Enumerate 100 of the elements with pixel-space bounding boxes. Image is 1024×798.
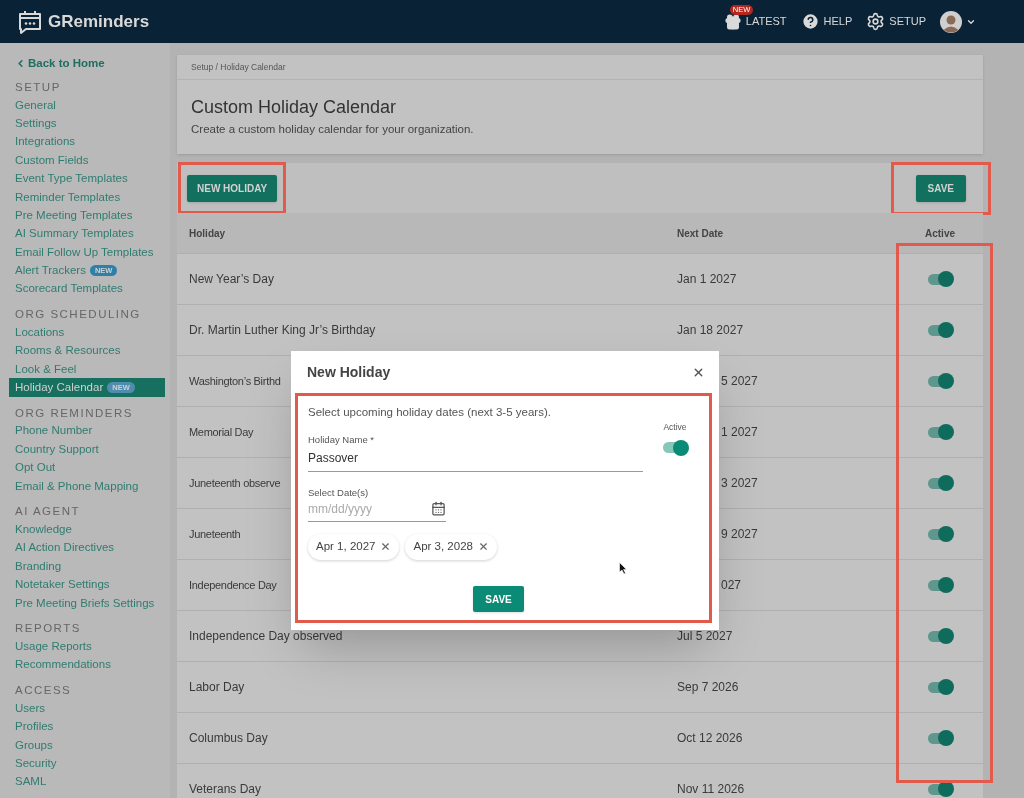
column-header: Active — [924, 226, 956, 241]
field-label: Select Date(s) — [308, 485, 370, 500]
sidebar-item[interactable]: Email & Phone Mapping — [9, 477, 165, 496]
avatar-icon — [940, 10, 962, 33]
date-input[interactable]: mm/dd/yyyy — [308, 499, 408, 518]
sidebar-item[interactable]: SAML — [9, 772, 165, 792]
item-label: Country Support — [15, 441, 99, 457]
section-heading: REPORTS — [14, 621, 82, 637]
back-link[interactable]: Back to Home — [9, 55, 165, 71]
sidebar-item[interactable]: Users — [9, 699, 165, 718]
sidebar-item[interactable]: Settings — [9, 114, 165, 133]
next-date: 9 2027 — [721, 527, 758, 542]
sidebar-item[interactable]: Event Type Templates — [9, 169, 165, 188]
field-value: Passover — [308, 449, 360, 467]
next-date: Jan 1 2027 — [677, 272, 737, 287]
holiday-name: Independence Day — [189, 579, 277, 592]
holiday-name: Washington’s Birthd — [189, 375, 281, 388]
next-date: 027 — [721, 578, 742, 593]
sidebar-item[interactable]: Phone Number — [9, 421, 165, 441]
holiday-name: Columbus Day — [189, 731, 268, 746]
brand-name: GReminders — [48, 10, 150, 33]
toggle-switch[interactable] — [926, 525, 954, 544]
toggle-switch[interactable] — [926, 321, 954, 340]
item-label: Recommendations — [15, 657, 111, 673]
item-label: Email & Phone Mapping — [15, 478, 139, 494]
toggle-switch[interactable] — [926, 780, 954, 798]
sidebar-item[interactable]: Notetaker Settings — [9, 575, 165, 594]
sidebar-item[interactable]: Country Support — [9, 440, 165, 459]
sidebar-item[interactable]: AI Summary Templates — [9, 224, 165, 244]
section-heading: AI AGENT — [14, 504, 82, 520]
toggle-switch[interactable] — [926, 372, 954, 391]
sidebar-item[interactable]: Profiles — [9, 717, 165, 736]
calendar-icon — [431, 501, 446, 517]
toggle-switch[interactable] — [661, 438, 689, 457]
next-date: 5 2027 — [721, 374, 758, 389]
toggle-switch[interactable] — [926, 729, 954, 748]
remove-icon[interactable] — [380, 541, 392, 553]
sidebar-item[interactable]: Pre Meeting Briefs Settings — [9, 594, 165, 613]
item-label: Notetaker Settings — [15, 577, 110, 593]
sidebar-item[interactable]: Email Follow Up Templates — [9, 243, 165, 262]
sidebar-item[interactable]: Recommendations — [9, 655, 165, 675]
item-label: Settings — [15, 115, 57, 131]
item-label: Scorecard Templates — [15, 281, 123, 297]
column-header: Next Date — [677, 226, 725, 241]
sidebar-item[interactable]: Integrations — [9, 132, 165, 152]
sidebar-item[interactable]: Scorecard Templates — [9, 279, 165, 299]
item-label: Email Follow Up Templates — [15, 244, 154, 260]
sidebar-item[interactable]: Custom Fields — [9, 151, 165, 170]
sidebar-item[interactable]: Locations — [9, 323, 165, 342]
toggle-switch[interactable] — [926, 678, 954, 697]
toggle-switch[interactable] — [926, 627, 954, 646]
section-heading: ACCESS — [14, 683, 73, 699]
section-heading: ORG REMINDERS — [14, 405, 134, 421]
toggle-switch[interactable] — [926, 474, 954, 493]
toggle-switch[interactable] — [926, 576, 954, 595]
dialog-hint: Select upcoming holiday dates (next 3-5 years). — [308, 405, 552, 420]
logo-icon — [18, 8, 42, 35]
toggle-switch[interactable] — [926, 270, 954, 289]
remove-icon[interactable] — [477, 541, 489, 553]
sidebar-item[interactable]: General — [9, 96, 165, 115]
sidebar-item[interactable]: Pre Meeting Templates — [9, 206, 165, 225]
field-label: Holiday Name * — [308, 433, 375, 448]
page-subtitle: Create a custom holiday calendar for your organization. — [191, 122, 475, 137]
page-title: Custom Holiday Calendar — [191, 96, 398, 118]
new-holiday-button[interactable]: NEW HOLIDAY — [187, 174, 278, 202]
item-label: Security — [15, 755, 57, 771]
sidebar-item[interactable]: Knowledge — [9, 520, 165, 539]
nav-link[interactable]: SETUP — [866, 4, 926, 31]
item-label: AI Summary Templates — [15, 226, 134, 242]
sidebar-item[interactable]: Reminder Templates — [9, 187, 165, 207]
sidebar-item[interactable]: Branding — [9, 557, 165, 576]
sidebar-item[interactable]: Opt Out — [9, 458, 165, 478]
column-header: Holiday — [188, 226, 227, 241]
toggle-switch[interactable] — [926, 423, 954, 442]
next-date: Nov 11 2026 — [677, 782, 745, 797]
sidebar-item[interactable]: Groups — [9, 735, 165, 755]
item-label: Knowledge — [15, 522, 72, 537]
sidebar-item[interactable]: Security — [9, 754, 165, 773]
date-field[interactable]: Select Date(s) mm/dd/yyyy — [308, 485, 446, 522]
nav-link[interactable]: HELP — [800, 4, 853, 31]
save-button[interactable]: SAVE — [915, 174, 966, 202]
item-label: Locations — [15, 324, 65, 340]
help-icon — [800, 12, 820, 31]
sidebar-item[interactable]: Usage Reports — [9, 637, 165, 656]
holiday-name: Independence Day observed — [189, 629, 343, 644]
sidebar-item[interactable]: Rooms & Resources — [9, 341, 165, 361]
holiday-name-field[interactable]: Holiday Name * Passover — [308, 433, 643, 472]
account-menu[interactable] — [940, 10, 976, 33]
holiday-name: Dr. Martin Luther King Jr’s Birthday — [189, 323, 376, 338]
sidebar-item[interactable]: Look & Feel — [9, 360, 165, 379]
chevron-left-icon — [15, 57, 26, 69]
item-label: Users — [15, 700, 46, 716]
section-heading: SETUP — [14, 80, 62, 95]
sidebar-item[interactable]: AI Action Directives — [9, 538, 165, 558]
holiday-name: Labor Day — [189, 680, 245, 695]
dialog-save-button[interactable]: SAVE — [473, 586, 524, 612]
item-label: Pre Meeting Templates — [15, 207, 133, 223]
item-label: Branding — [15, 558, 62, 574]
holiday-name: Juneteenth observe — [189, 477, 281, 490]
item-label: Custom Fields — [15, 152, 89, 168]
